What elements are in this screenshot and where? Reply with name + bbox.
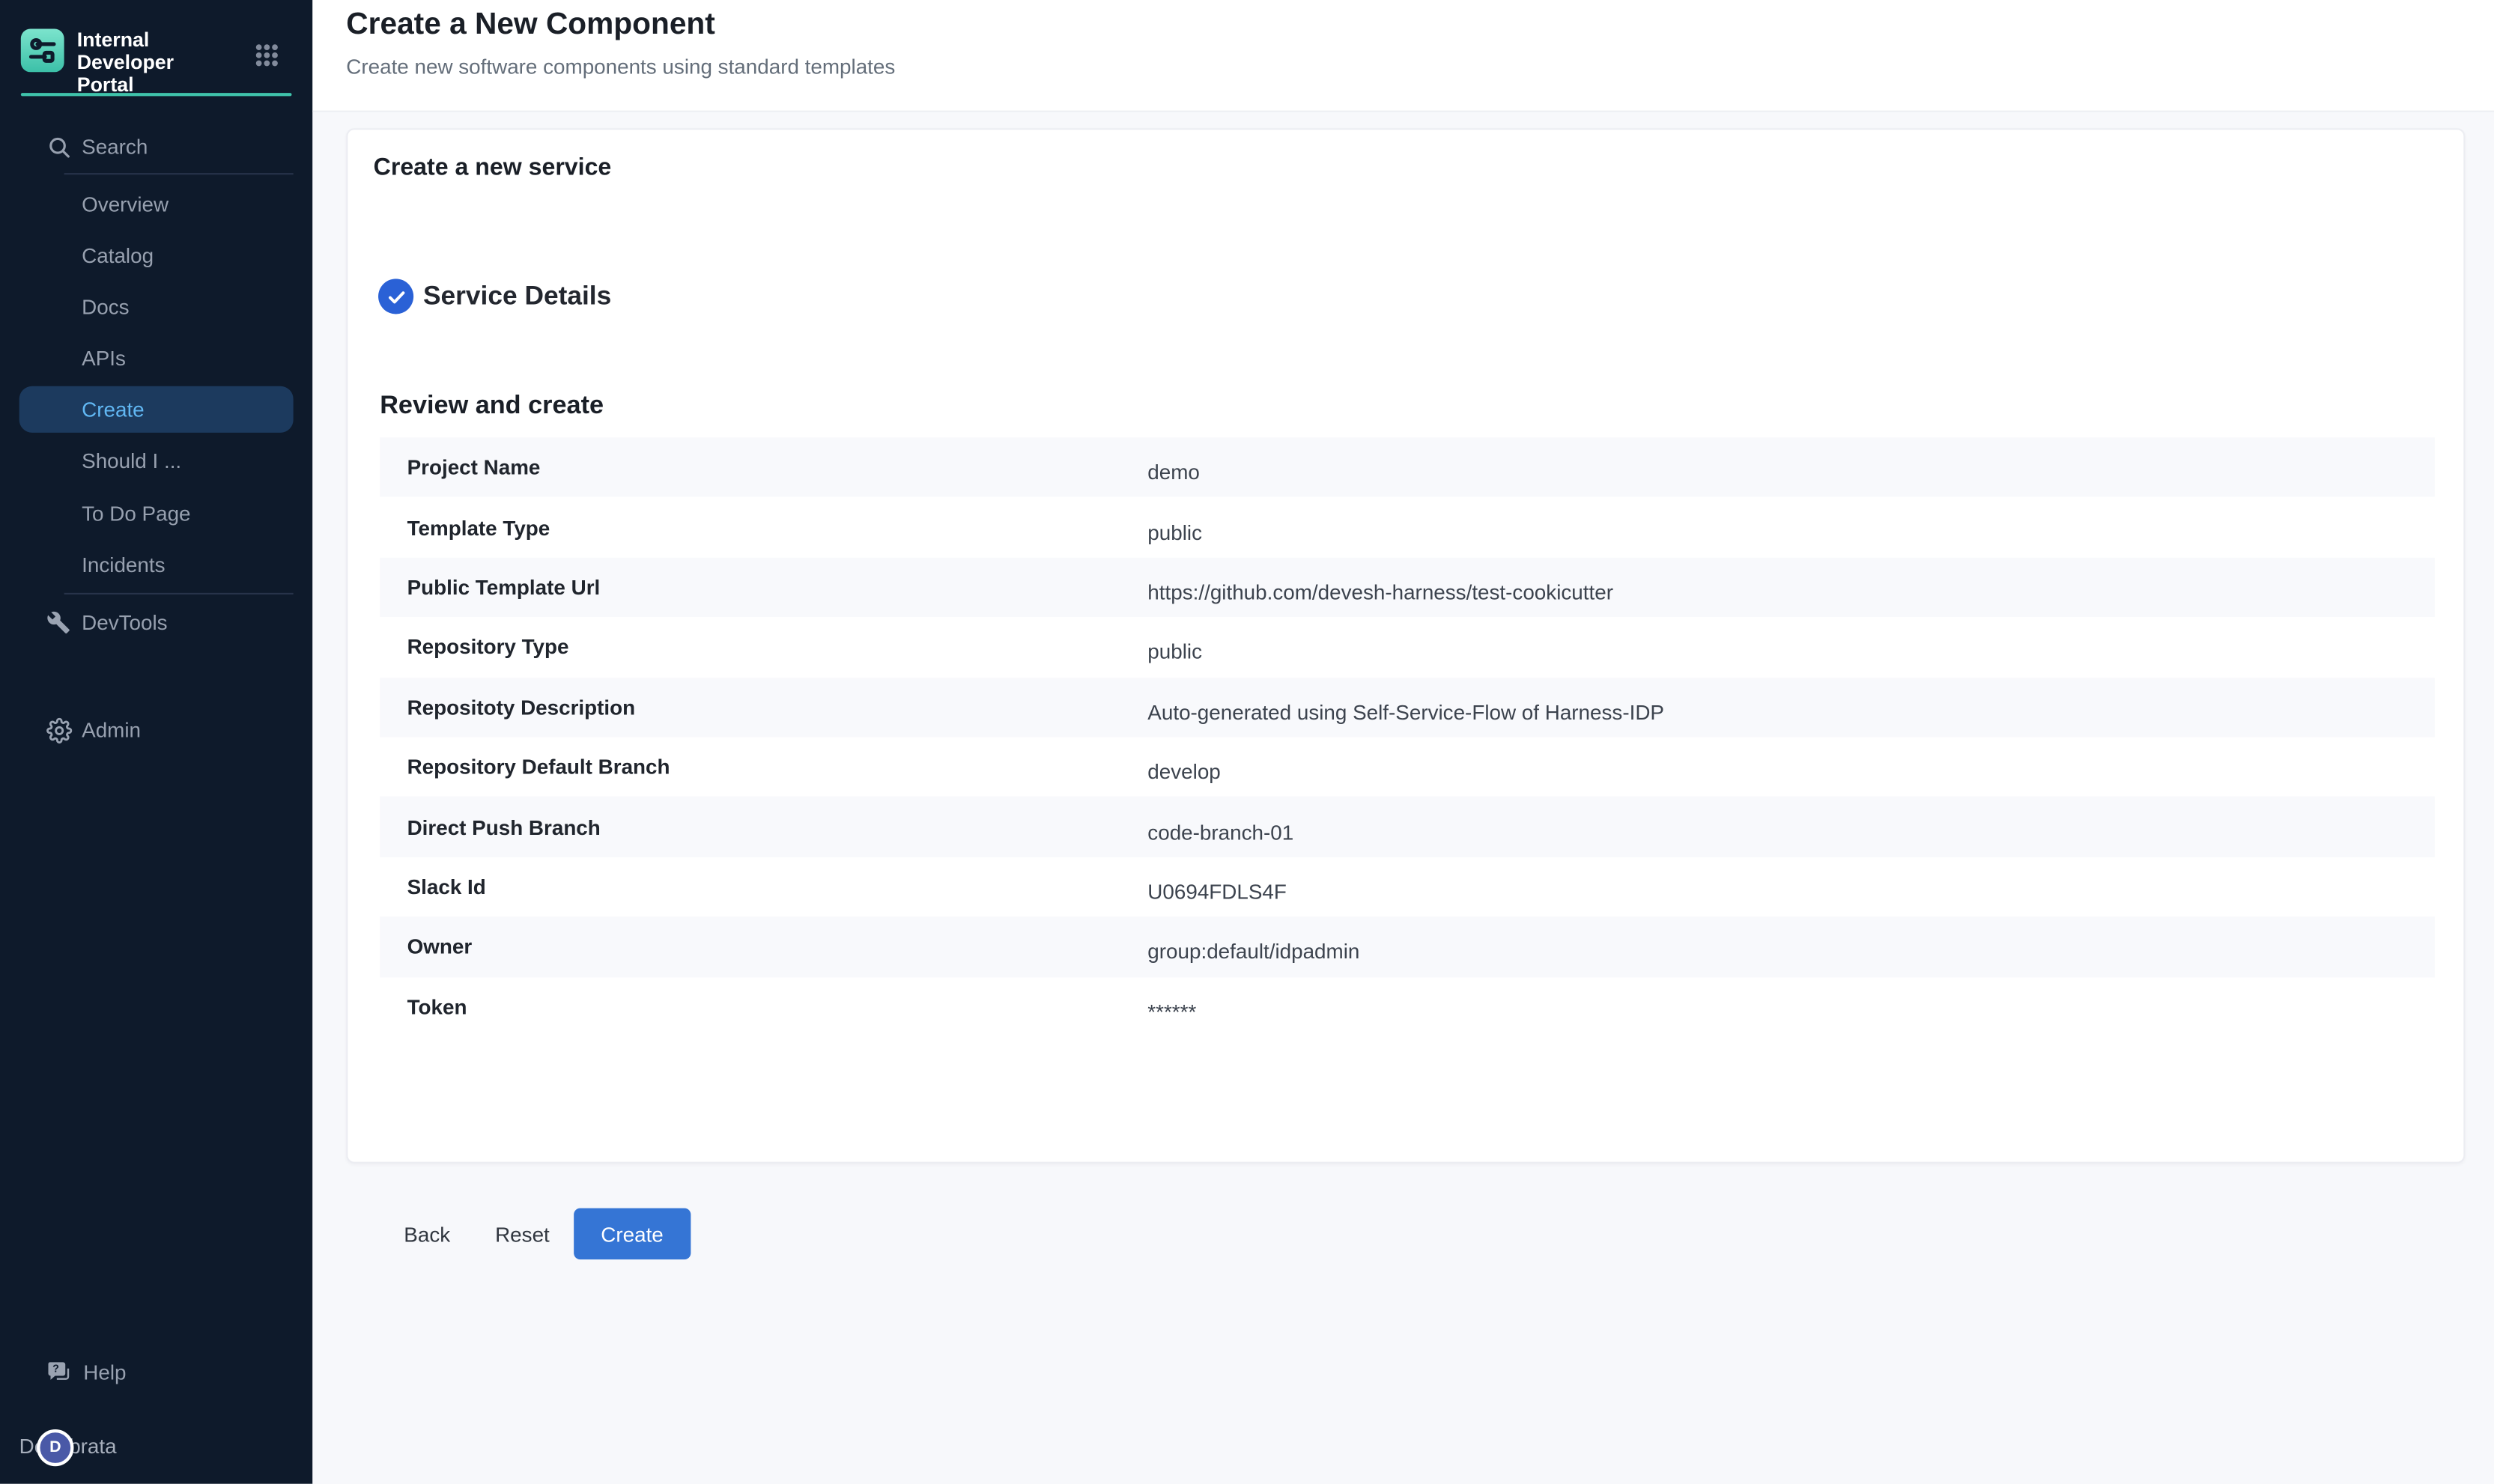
app-root: Internal Developer Portal Search Overvie…: [0, 0, 2494, 1484]
sidebar: Internal Developer Portal Search Overvie…: [0, 0, 312, 1484]
sidebar-help[interactable]: ? Help: [19, 1349, 294, 1396]
review-row: Token ******: [380, 976, 2435, 1036]
gear-icon: [45, 717, 72, 743]
sidebar-item-catalog[interactable]: Catalog: [19, 232, 294, 279]
review-row: Repository Default Branch develop: [380, 737, 2435, 797]
sidebar-item-to-do-page[interactable]: To Do Page: [19, 490, 294, 537]
sidebar-item-overview[interactable]: Overview: [19, 181, 294, 228]
review-row: Repositoty Description Auto-generated us…: [380, 677, 2435, 737]
review-row: Owner group:default/idpadmin: [380, 916, 2435, 976]
main-area: Create a New Component Create new softwa…: [312, 0, 2494, 1484]
page-header: Create a New Component Create new softwa…: [312, 0, 2494, 112]
page-subtitle: Create new software components using sta…: [346, 55, 895, 79]
sidebar-item-incidents[interactable]: Incidents: [19, 541, 294, 588]
create-button[interactable]: Create: [574, 1208, 691, 1259]
app-logo-icon: [21, 29, 64, 73]
sidebar-user[interactable]: D Debabrata: [19, 1423, 294, 1471]
review-row: Project Name demo: [380, 437, 2435, 497]
card-title: Create a new service: [374, 153, 612, 180]
review-row: Public Template Url https://github.com/d…: [380, 557, 2435, 617]
sidebar-divider: [64, 593, 294, 594]
back-button[interactable]: Back: [404, 1222, 450, 1246]
page-title: Create a New Component: [346, 8, 715, 43]
sidebar-item-admin[interactable]: Admin: [19, 707, 294, 753]
apps-grid-icon[interactable]: [255, 43, 279, 67]
wrench-icon: [45, 609, 72, 636]
form-actions: Back Reset Create: [404, 1208, 691, 1259]
search-icon: [45, 133, 72, 160]
page-content: Create a new service Service Details Rev…: [312, 112, 2494, 1484]
sidebar-search-label: Search: [19, 124, 148, 170]
app-title: Internal Developer Portal: [77, 29, 237, 97]
sidebar-item-docs[interactable]: Docs: [19, 284, 294, 330]
review-table: Project Name demo Template Type public P…: [380, 437, 2435, 1036]
avatar: D: [37, 1429, 73, 1466]
review-heading: Review and create: [380, 392, 604, 422]
sidebar-search[interactable]: Search: [19, 124, 294, 170]
review-row: Repository Type public: [380, 617, 2435, 677]
sidebar-item-devtools[interactable]: DevTools: [19, 599, 294, 645]
sidebar-item-apis[interactable]: APIs: [19, 335, 294, 381]
create-service-card: Create a new service Service Details Rev…: [346, 128, 2465, 1164]
sidebar-divider: [64, 173, 294, 174]
help-chat-icon: ?: [45, 1359, 72, 1386]
sidebar-accent-divider: [21, 93, 292, 96]
svg-text:?: ?: [52, 1363, 59, 1375]
step-title: Service Details: [423, 279, 611, 314]
step-complete-check-icon: [378, 279, 413, 314]
review-row: Direct Push Branch code-branch-01: [380, 797, 2435, 857]
reset-button[interactable]: Reset: [495, 1222, 550, 1246]
review-row: Slack Id U0694FDLS4F: [380, 857, 2435, 916]
logo-block[interactable]: Internal Developer Portal: [21, 29, 237, 97]
sidebar-item-create[interactable]: Create: [19, 386, 294, 433]
sidebar-item-should-i[interactable]: Should I ...: [19, 437, 294, 484]
review-row: Template Type public: [380, 497, 2435, 557]
